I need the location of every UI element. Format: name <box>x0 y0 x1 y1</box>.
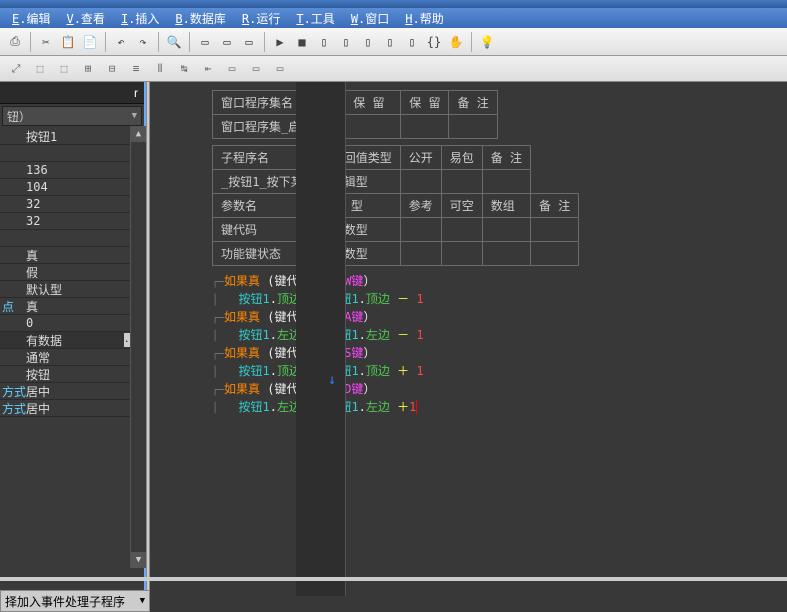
toolbar-button[interactable]: ▭ <box>239 32 259 52</box>
toolbar-button[interactable]: ↷ <box>133 32 153 52</box>
toolbar-button[interactable]: ▭ <box>269 59 291 79</box>
toolbar-button[interactable]: ■ <box>292 32 312 52</box>
object-selector[interactable]: 钮）▼ <box>2 106 142 126</box>
property-row[interactable] <box>0 145 144 162</box>
menu-database[interactable]: B.数据库 <box>167 8 233 29</box>
toolbar-button[interactable]: 💡 <box>477 32 497 52</box>
toolbar-button[interactable]: ✋ <box>446 32 466 52</box>
toolbar-button[interactable]: ⬚ <box>53 59 75 79</box>
scrollbar-vertical[interactable]: ▲ ▼ <box>130 126 146 568</box>
separator <box>105 32 106 52</box>
toolbar-button[interactable]: ⊞ <box>77 59 99 79</box>
toolbar-button[interactable]: ▭ <box>245 59 267 79</box>
properties-panel: r 钮）▼ 按钮11361043232真假默认型点真0有数据...通常按钮方式居… <box>0 82 146 596</box>
menu-insert[interactable]: I.插入 <box>113 8 167 29</box>
separator <box>158 32 159 52</box>
property-row[interactable] <box>0 230 144 247</box>
program-set-table: 窗口程序集名保 留保 留备 注窗口程序集_启动窗口 <box>212 90 498 139</box>
menu-view[interactable]: V.查看 <box>58 8 112 29</box>
scroll-down-icon[interactable]: ▼ <box>131 552 146 568</box>
menu-edit[interactable]: E.编辑 <box>4 8 58 29</box>
property-row[interactable]: 32 <box>0 196 144 213</box>
subroutine-table: 子程序名返回值类型公开易包备 注_按钮1_按下某键逻辑型参数名类 型参考可空数组… <box>212 145 579 266</box>
toolbar-button[interactable]: 📋 <box>58 32 78 52</box>
toolbar-button[interactable]: 📄 <box>80 32 100 52</box>
chevron-down-icon: ▼ <box>132 111 137 121</box>
titlebar <box>0 0 787 8</box>
toolbar-button[interactable]: ≡ <box>125 59 147 79</box>
menu-run[interactable]: R.运行 <box>234 8 288 29</box>
separator <box>30 32 31 52</box>
property-row[interactable]: 方式居中 <box>0 383 144 400</box>
toolbar-button[interactable]: 🔍 <box>164 32 184 52</box>
event-handler-combo[interactable]: 择加入事件处理子程序▼ <box>0 590 150 612</box>
toolbar-button[interactable]: ▯ <box>358 32 378 52</box>
toolbar-button[interactable]: ⬚ <box>29 59 51 79</box>
property-row[interactable]: 104 <box>0 179 144 196</box>
property-row[interactable]: 按钮1 <box>0 128 144 145</box>
code-editor[interactable]: ↓ 窗口程序集名保 留保 留备 注窗口程序集_启动窗口 子程序名返回值类型公开易… <box>150 82 787 596</box>
toolbar-button[interactable]: ⎙ <box>5 32 25 52</box>
property-row[interactable]: 有数据... <box>0 332 144 349</box>
splitter-horizontal[interactable] <box>0 577 787 581</box>
toolbar-button[interactable]: ↶ <box>111 32 131 52</box>
toolbar-button[interactable]: {} <box>424 32 444 52</box>
current-line-icon: ↓ <box>328 372 336 388</box>
toolbar-button[interactable]: ▯ <box>380 32 400 52</box>
property-row[interactable]: 点真 <box>0 298 144 315</box>
property-row[interactable]: 32 <box>0 213 144 230</box>
menu-tools[interactable]: T.工具 <box>288 8 342 29</box>
toolbar-button[interactable]: ▯ <box>314 32 334 52</box>
property-row[interactable]: 默认型 <box>0 281 144 298</box>
panel-header: r <box>0 82 144 104</box>
menubar: E.编辑 V.查看 I.插入 B.数据库 R.运行 T.工具 W.窗口 H.帮助 <box>0 8 787 28</box>
toolbar-main: ⎙✂📋📄↶↷🔍▭▭▭▶■▯▯▯▯▯{}✋💡 <box>0 28 787 56</box>
toolbar-button[interactable]: ⦀ <box>149 59 171 79</box>
toolbar-button[interactable]: ▯ <box>336 32 356 52</box>
toolbar-button[interactable]: ↹ <box>173 59 195 79</box>
toolbar-secondary: ⤢⬚⬚⊞⊟≡⦀↹⇤▭▭▭ <box>0 56 787 82</box>
toolbar-button[interactable]: ▭ <box>195 32 215 52</box>
toolbar-button[interactable]: ⊟ <box>101 59 123 79</box>
toolbar-button[interactable]: ⤢ <box>5 59 27 79</box>
property-row[interactable]: 0 <box>0 315 144 332</box>
chevron-down-icon: ▼ <box>140 596 145 606</box>
toolbar-button[interactable]: ✂ <box>36 32 56 52</box>
property-row[interactable]: 通常 <box>0 349 144 366</box>
close-icon[interactable]: r <box>134 86 138 100</box>
property-row[interactable]: 假 <box>0 264 144 281</box>
separator <box>264 32 265 52</box>
menu-window[interactable]: W.窗口 <box>343 8 397 29</box>
gutter: ↓ <box>296 82 346 596</box>
property-row[interactable]: 按钮 <box>0 366 144 383</box>
toolbar-button[interactable]: ⇤ <box>197 59 219 79</box>
property-row[interactable]: 方式居中 <box>0 400 144 417</box>
toolbar-button[interactable]: ▯ <box>402 32 422 52</box>
toolbar-button[interactable]: ▭ <box>221 59 243 79</box>
property-row[interactable]: 136 <box>0 162 144 179</box>
menu-help[interactable]: H.帮助 <box>397 8 451 29</box>
scroll-up-icon[interactable]: ▲ <box>131 126 146 142</box>
toolbar-button[interactable]: ▭ <box>217 32 237 52</box>
toolbar-button[interactable]: ▶ <box>270 32 290 52</box>
property-row[interactable]: 真 <box>0 247 144 264</box>
separator <box>471 32 472 52</box>
separator <box>189 32 190 52</box>
